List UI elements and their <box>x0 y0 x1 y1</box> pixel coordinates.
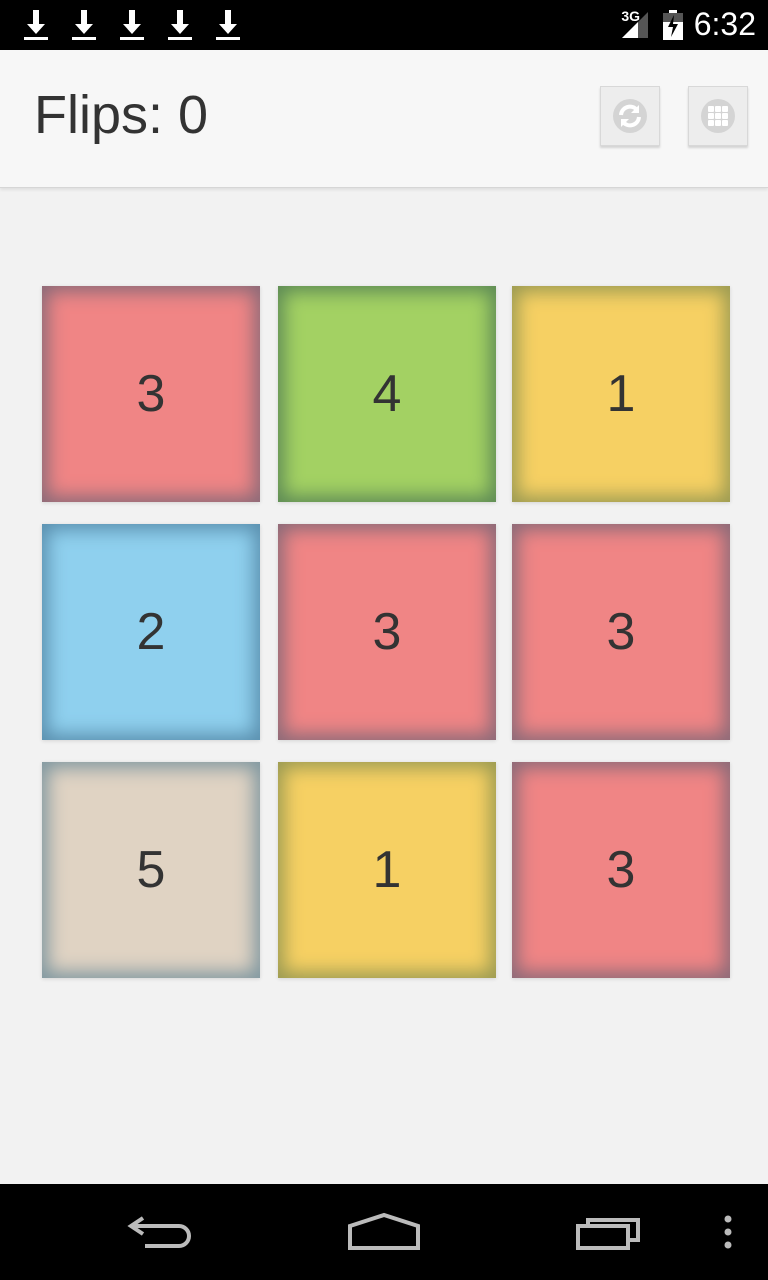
battery-icon <box>663 10 683 40</box>
refresh-icon <box>613 99 647 133</box>
status-bar: 3G 6:32 <box>0 0 768 50</box>
tile-number: 3 <box>372 603 402 661</box>
flips-counter: Flips: 0 <box>34 85 209 145</box>
back-button[interactable] <box>110 1184 210 1280</box>
tile-r2-c2[interactable]: 3 <box>278 524 496 740</box>
download-icon <box>216 10 240 40</box>
tile-r2-c3[interactable]: 3 <box>512 524 730 740</box>
recent-apps-icon <box>576 1218 640 1250</box>
navigation-bar <box>0 1184 768 1280</box>
tile-number: 2 <box>136 603 166 661</box>
grid-icon <box>701 99 735 133</box>
tile-number: 5 <box>136 841 166 899</box>
overflow-menu-icon <box>724 1215 732 1249</box>
recent-apps-button[interactable] <box>560 1184 660 1280</box>
app-bar: Flips: 0 <box>0 50 768 188</box>
tile-r3-c1[interactable]: 5 <box>42 762 260 978</box>
tile-number: 1 <box>372 841 402 899</box>
tile-r1-c3[interactable]: 1 <box>512 286 730 502</box>
tile-r1-c1[interactable]: 3 <box>42 286 260 502</box>
tile-r3-c3[interactable]: 3 <box>512 762 730 978</box>
clock: 6:32 <box>693 6 756 42</box>
signal-icon <box>622 12 648 38</box>
tile-number: 1 <box>606 365 636 423</box>
overflow-menu-button[interactable] <box>712 1184 744 1280</box>
download-icon <box>168 10 192 40</box>
grid-menu-button[interactable] <box>688 86 748 146</box>
tile-r2-c1[interactable]: 2 <box>42 524 260 740</box>
home-button[interactable] <box>334 1184 434 1280</box>
back-icon <box>127 1216 191 1248</box>
tile-number: 3 <box>606 603 636 661</box>
download-icon <box>120 10 144 40</box>
tile-r1-c2[interactable]: 4 <box>278 286 496 502</box>
tile-number: 4 <box>372 365 402 423</box>
tile-number: 3 <box>136 365 166 423</box>
home-icon <box>348 1212 420 1250</box>
download-icon <box>24 10 48 40</box>
reset-button[interactable] <box>600 86 660 146</box>
download-icon <box>72 10 96 40</box>
tile-r3-c2[interactable]: 1 <box>278 762 496 978</box>
tile-number: 3 <box>606 841 636 899</box>
